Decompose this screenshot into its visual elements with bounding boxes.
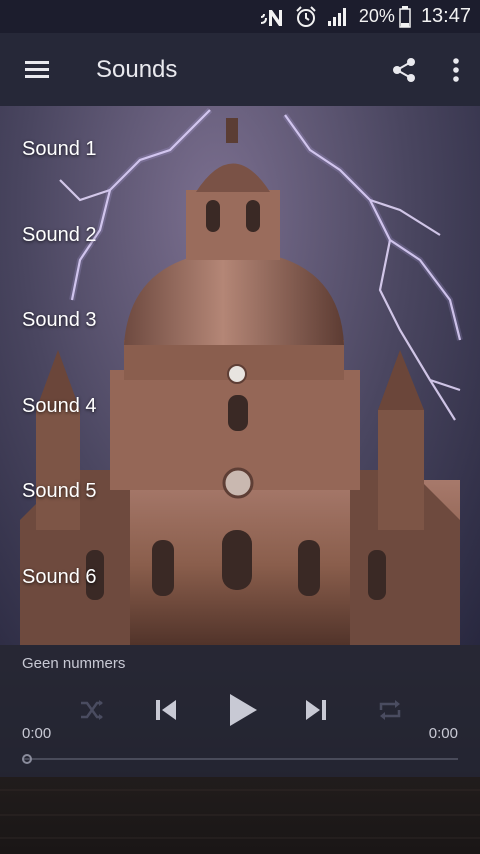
player-controls	[0, 689, 480, 731]
repeat-icon	[379, 700, 401, 720]
share-button[interactable]	[376, 33, 432, 106]
sound-label: Sound 6	[22, 565, 97, 588]
menu-button[interactable]	[0, 33, 74, 106]
sound-item-4[interactable]: Sound 4	[0, 364, 480, 450]
battery-percent: 20%	[358, 6, 395, 26]
seek-track	[22, 758, 458, 760]
sound-item-3[interactable]: Sound 3	[0, 278, 480, 364]
status-time: 13:47	[420, 5, 471, 27]
sound-item-6[interactable]: Sound 6	[0, 535, 480, 621]
next-button[interactable]	[296, 689, 336, 731]
sound-label: Sound 1	[22, 138, 97, 161]
nfc-icon	[259, 6, 285, 28]
seek-bar[interactable]	[22, 753, 458, 765]
total-time: 0:00	[428, 725, 458, 742]
app-bar: Sounds	[0, 33, 480, 106]
repeat-button[interactable]	[370, 689, 410, 731]
sound-label: Sound 3	[22, 309, 97, 332]
menu-icon	[25, 60, 49, 78]
next-icon	[306, 700, 326, 720]
track-title: Geen nummers	[22, 655, 126, 672]
sound-item-2[interactable]: Sound 2	[0, 193, 480, 279]
previous-icon	[156, 700, 176, 720]
shuffle-button[interactable]	[72, 689, 112, 731]
sound-label: Sound 2	[22, 223, 97, 246]
alarm-icon	[295, 5, 317, 28]
shuffle-icon	[81, 700, 103, 720]
share-icon	[393, 57, 415, 82]
more-vert-icon	[453, 57, 459, 82]
sound-item-5[interactable]: Sound 5	[0, 449, 480, 535]
sound-list: Sound 1 Sound 2 Sound 3 Sound 4 Sound 5 …	[0, 107, 480, 620]
status-bar: 20% 13:47	[0, 0, 480, 33]
battery-icon	[399, 5, 411, 28]
play-icon	[230, 694, 257, 726]
audio-player: Geen nummers 0:00 0:00	[0, 645, 480, 777]
previous-button[interactable]	[146, 689, 186, 731]
more-options-button[interactable]	[432, 33, 480, 106]
sound-label: Sound 4	[22, 394, 97, 417]
page-title: Sounds	[96, 55, 178, 83]
current-time: 0:00	[22, 725, 52, 742]
sound-label: Sound 5	[22, 480, 97, 503]
signal-icon	[327, 7, 349, 27]
seek-thumb[interactable]	[22, 754, 32, 764]
play-button[interactable]	[220, 689, 266, 731]
sound-item-1[interactable]: Sound 1	[0, 107, 480, 193]
